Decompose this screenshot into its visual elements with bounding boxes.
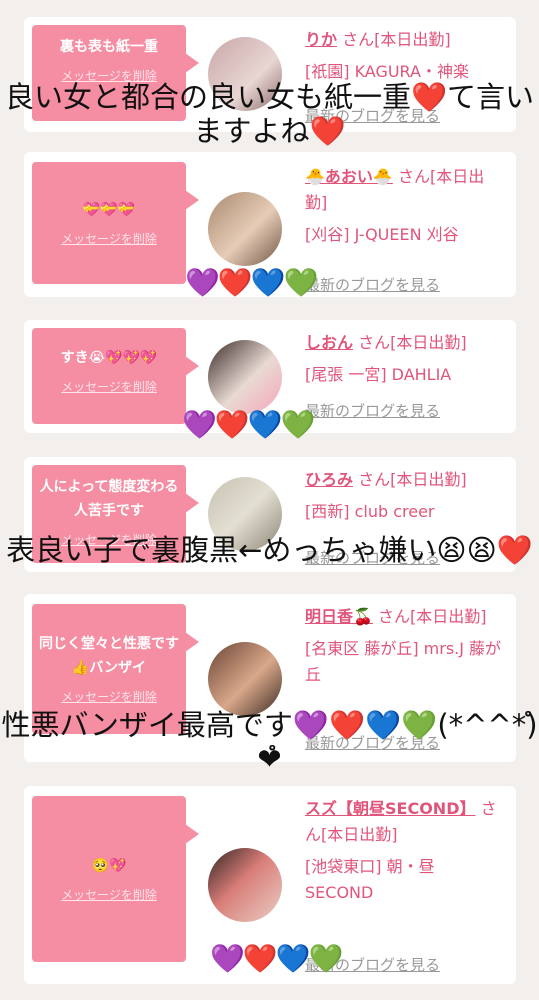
cast-info: しおん さん[本日出勤] [尾張 一宮] DAHLIA 最新のブログを見る xyxy=(305,330,505,430)
cast-name-link[interactable]: スズ【朝昼SECOND】 xyxy=(305,799,475,818)
message-text: 同じく堂々と性悪です👍バンザイ xyxy=(39,636,179,676)
status-text: さん[本日出勤] xyxy=(358,333,467,352)
message-bubble: すき😭💖💖💖 メッセージを削除 xyxy=(32,328,199,424)
cast-name-link[interactable]: ひろみ xyxy=(305,470,353,489)
delete-message-link[interactable]: メッセージを削除 xyxy=(38,378,180,395)
message-text: 人によって態度変わる人苦手です xyxy=(39,479,179,519)
location-text: [尾張 一宮] DAHLIA xyxy=(305,365,452,384)
overlay-caption: 良い女と都合の良い女も紙一重❤️て言いますよね❤️ xyxy=(4,80,535,148)
message-bubble: 🥺💖 メッセージを削除 xyxy=(32,796,199,962)
location-text: [刈谷] J-QUEEN 刈谷 xyxy=(305,225,459,244)
message-text: 裏も表も紙一重 xyxy=(60,39,158,55)
avatar[interactable] xyxy=(208,192,282,266)
avatar[interactable] xyxy=(208,848,282,922)
overlay-caption: 表良い子で裏腹黒←めっちゃ嫌い😫😫❤️ xyxy=(6,533,533,567)
cast-info: 🐣あおい🐣 さん[本日出勤] [刈谷] J-QUEEN 刈谷 最新のブログを見る xyxy=(305,164,505,294)
message-text: 💝💝💝 xyxy=(82,202,136,218)
cast-name-link[interactable]: しおん xyxy=(305,333,353,352)
location-text: [池袋東口] 朝・昼 SECOND xyxy=(305,857,435,902)
cast-name-link[interactable]: 明日香🍒 xyxy=(305,607,373,626)
location-text: [西新] club creer xyxy=(305,502,435,521)
message-text: すき😭💖💖💖 xyxy=(60,350,158,366)
cast-name-link[interactable]: りか xyxy=(305,30,337,49)
hearts-sticker: 💜❤️💙💚 xyxy=(210,942,343,975)
status-text: さん[本日出勤] xyxy=(378,607,487,626)
blog-link[interactable]: 最新のブログを見る xyxy=(305,398,440,424)
location-text: [名東区 藤が丘] mrs.J 藤が丘 xyxy=(305,639,502,684)
cast-name-link[interactable]: 🐣あおい🐣 xyxy=(305,167,393,186)
message-bubble: 💝💝💝 メッセージを削除 xyxy=(32,162,199,284)
overlay-caption: 性悪バンザイ最高です💜❤️💙💚(*^^*)ໍ❤︎ໍ xyxy=(1,708,538,776)
status-text: さん[本日出勤] xyxy=(358,470,467,489)
message-text: 🥺💖 xyxy=(91,858,127,874)
delete-message-link[interactable]: メッセージを削除 xyxy=(38,886,180,903)
avatar[interactable] xyxy=(208,340,282,414)
delete-message-link[interactable]: メッセージを削除 xyxy=(38,230,180,247)
hearts-sticker: 💜❤️💙💚 xyxy=(185,266,318,299)
delete-message-link[interactable]: メッセージを削除 xyxy=(38,688,180,705)
status-text: さん[本日出勤] xyxy=(342,30,451,49)
blog-link[interactable]: 最新のブログを見る xyxy=(305,272,440,298)
hearts-sticker: 💜❤️💙💚 xyxy=(182,408,315,441)
avatar[interactable] xyxy=(208,642,282,716)
